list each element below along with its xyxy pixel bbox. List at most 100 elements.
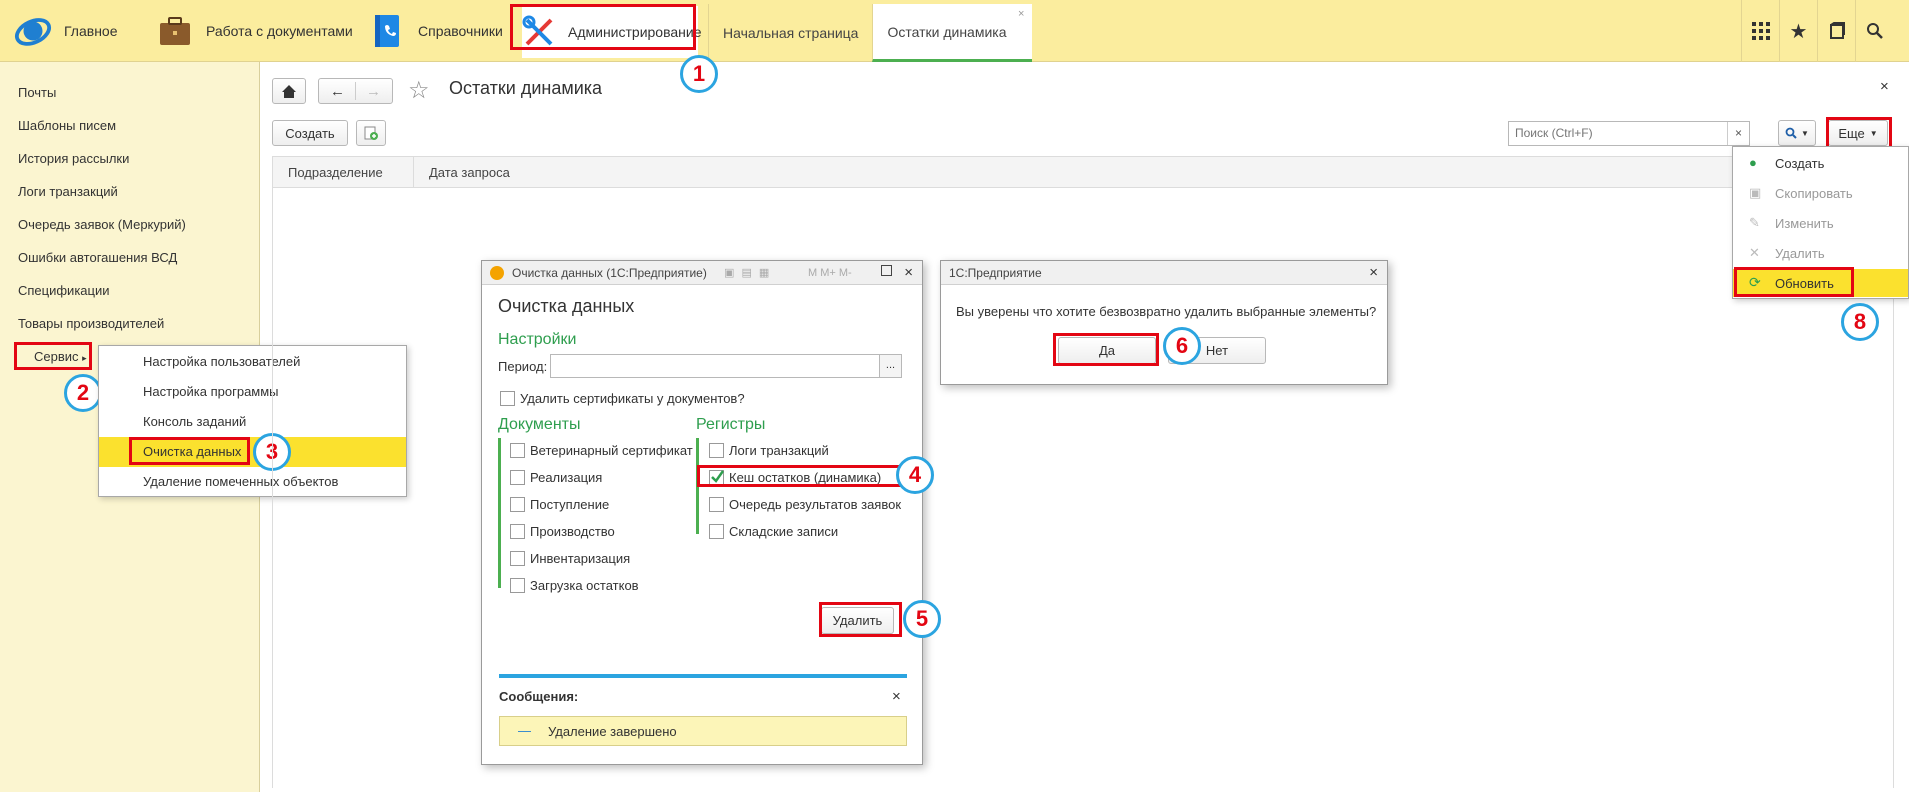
- step-badge-8: 8: [1841, 303, 1879, 341]
- cleanup-dialog-caption: Очистка данных (1С:Предприятие) ▣ ▤ ▦ M …: [482, 261, 922, 285]
- create-copy-button[interactable]: [356, 120, 386, 146]
- history-icon[interactable]: [1817, 0, 1855, 62]
- step-badge-1: 1: [680, 55, 718, 93]
- period-select-button[interactable]: ...: [879, 354, 902, 378]
- search-options-button[interactable]: ▼: [1778, 120, 1816, 146]
- settings-header: Настройки: [498, 331, 577, 348]
- reg-checkbox-results-queue[interactable]: [709, 497, 724, 512]
- doc-checkbox-sales[interactable]: [510, 470, 525, 485]
- star-icon[interactable]: ★: [1779, 0, 1817, 62]
- sidebar-item-producer-goods[interactable]: Товары производителей: [18, 316, 164, 331]
- highlight-refresh: [1734, 267, 1854, 297]
- search-field[interactable]: ×: [1508, 121, 1750, 146]
- highlight-more: [1826, 117, 1892, 149]
- more-menu-create[interactable]: Создать: [1775, 156, 1824, 171]
- confirm-dialog: 1С:Предприятие × Вы уверены что хотите б…: [940, 260, 1388, 385]
- caption-memory-buttons[interactable]: M M+ M-: [808, 267, 852, 279]
- add-document-icon: [364, 126, 378, 140]
- delete-x-icon: ✕: [1749, 245, 1760, 260]
- confirm-dialog-caption-text: 1С:Предприятие: [949, 265, 1042, 280]
- highlight-data-cleanup: [129, 437, 250, 465]
- page-title: Остатки динамика: [449, 78, 603, 98]
- copy-icon: ▣: [1749, 185, 1762, 200]
- cleanup-dialog: Очистка данных (1С:Предприятие) ▣ ▤ ▦ M …: [481, 260, 923, 765]
- tab-close-icon[interactable]: ×: [1018, 8, 1024, 20]
- doc-checkbox-receipt[interactable]: [510, 497, 525, 512]
- app-logo-icon: [490, 265, 504, 280]
- doc-label-load-balances: Загрузка остатков: [530, 578, 639, 593]
- doc-label-vet-cert: Ветеринарный сертификат: [530, 443, 693, 458]
- highlight-delete: [819, 602, 902, 637]
- arrow-left-icon[interactable]: ←: [330, 83, 345, 100]
- messages-close-icon[interactable]: ×: [892, 688, 901, 705]
- doc-checkbox-production[interactable]: [510, 524, 525, 539]
- step-badge-4: 4: [896, 456, 934, 494]
- documents-header: Документы: [498, 416, 581, 433]
- sidebar-item-vsd-errors[interactable]: Ошибки автогашения ВСД: [18, 250, 177, 265]
- tab-ostatki-dinamika[interactable]: Остатки динамика ×: [872, 4, 1033, 62]
- section-catalogs[interactable]: Справочники: [368, 0, 503, 62]
- delete-certificates-checkbox[interactable]: [500, 391, 515, 406]
- open-tabs: Начальная страница Остатки динамика ×: [708, 4, 1035, 62]
- cleanup-dialog-caption-text: Очистка данных (1С:Предприятие): [512, 265, 707, 280]
- column-request-date[interactable]: Дата запроса: [429, 165, 510, 180]
- ring-logo-icon: [14, 12, 52, 50]
- tab-ostatki-label: Остатки динамика: [887, 23, 1007, 40]
- sidebar-item-transaction-logs[interactable]: Логи транзакций: [18, 184, 118, 199]
- home-icon: [282, 84, 296, 98]
- nav-back-forward[interactable]: ← →: [318, 78, 393, 104]
- section-main[interactable]: Главное: [14, 0, 118, 62]
- doc-label-sales: Реализация: [530, 470, 603, 485]
- dropdown-arrow-icon: ▼: [1801, 128, 1809, 138]
- pencil-icon: ✎: [1749, 215, 1760, 230]
- sidebar-item-request-queue[interactable]: Очередь заявок (Меркурий): [18, 217, 186, 232]
- message-row: — Удаление завершено: [499, 716, 907, 746]
- clear-search-icon[interactable]: ×: [1727, 122, 1749, 145]
- message-text: Удаление завершено: [548, 724, 677, 739]
- tab-home-page[interactable]: Начальная страница: [708, 4, 872, 62]
- confirm-dialog-caption: 1С:Предприятие ×: [941, 261, 1387, 285]
- highlight-administration: [510, 4, 696, 50]
- more-menu-copy: Скопировать: [1775, 186, 1853, 201]
- reg-checkbox-warehouse-records[interactable]: [709, 524, 724, 539]
- plus-circle-icon: ●: [1749, 155, 1757, 170]
- messages-divider: [499, 674, 907, 678]
- search-input[interactable]: [1509, 122, 1719, 144]
- create-button[interactable]: Создать: [272, 120, 348, 146]
- grid-icon[interactable]: [1741, 0, 1779, 62]
- confirm-dialog-close-icon[interactable]: ×: [1369, 264, 1378, 281]
- sidebar-item-specifications[interactable]: Спецификации: [18, 283, 110, 298]
- maximize-icon[interactable]: [881, 265, 892, 276]
- menu-task-console[interactable]: Консоль заданий: [143, 414, 246, 429]
- registers-header: Регистры: [696, 416, 766, 433]
- period-input[interactable]: [550, 354, 880, 378]
- top-right-icons: ★: [1741, 0, 1909, 62]
- menu-program-settings[interactable]: Настройка программы: [143, 384, 279, 399]
- highlight-balance-cache: [697, 465, 902, 487]
- doc-checkbox-vet-cert[interactable]: [510, 443, 525, 458]
- arrow-right-icon[interactable]: →: [366, 83, 381, 100]
- section-catalogs-label: Справочники: [418, 23, 503, 39]
- cleanup-dialog-title: Очистка данных: [498, 296, 635, 316]
- cleanup-dialog-close-icon[interactable]: ×: [904, 264, 913, 281]
- messages-header: Сообщения:: [499, 689, 579, 704]
- more-menu-edit: Изменить: [1775, 216, 1834, 231]
- sidebar-item-templates[interactable]: Шаблоны писем: [18, 118, 116, 133]
- sidebar-item-mail[interactable]: Почты: [18, 85, 56, 100]
- top-toolbar: Главное Работа с документами Справочники…: [0, 0, 1909, 62]
- briefcase-icon: [156, 12, 194, 50]
- caption-tool-icons[interactable]: ▣ ▤ ▦: [724, 266, 771, 279]
- home-button[interactable]: [272, 78, 306, 104]
- search-icon[interactable]: [1855, 0, 1893, 62]
- doc-checkbox-inventory[interactable]: [510, 551, 525, 566]
- sidebar-item-history[interactable]: История рассылки: [18, 151, 129, 166]
- phonebook-icon: [368, 12, 406, 50]
- form-close-icon[interactable]: ×: [1880, 78, 1889, 95]
- doc-label-receipt: Поступление: [530, 497, 610, 512]
- doc-checkbox-load-balances[interactable]: [510, 578, 525, 593]
- favorite-star-icon[interactable]: ☆: [408, 76, 430, 105]
- section-documents[interactable]: Работа с документами: [156, 0, 353, 62]
- reg-label-warehouse-records: Складские записи: [729, 524, 839, 539]
- column-department[interactable]: Подразделение: [288, 165, 383, 180]
- reg-checkbox-transaction-logs[interactable]: [709, 443, 724, 458]
